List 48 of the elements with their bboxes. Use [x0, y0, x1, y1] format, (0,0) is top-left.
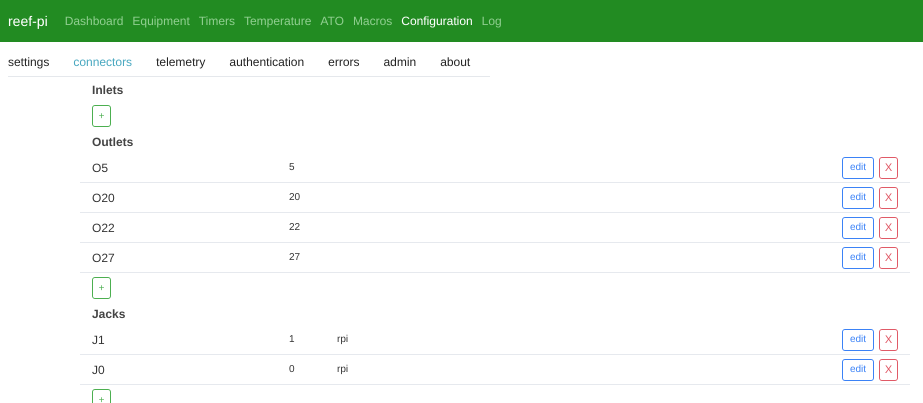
- delete-button[interactable]: X: [879, 328, 898, 350]
- nav-link[interactable]: Timers: [198, 14, 235, 28]
- edit-button[interactable]: edit: [842, 216, 874, 238]
- connector-name: O22: [91, 220, 116, 234]
- edit-button[interactable]: edit: [842, 358, 874, 380]
- delete-button[interactable]: X: [879, 246, 898, 268]
- add-button[interactable]: +: [92, 277, 111, 299]
- driver-name: rpi: [337, 364, 348, 375]
- nav-link[interactable]: Equipment: [132, 14, 190, 28]
- brand-title[interactable]: reef-pi: [8, 13, 48, 29]
- tab[interactable]: telemetry: [156, 55, 206, 69]
- add-button[interactable]: +: [92, 389, 111, 403]
- add-button[interactable]: +: [92, 105, 111, 127]
- tab[interactable]: errors: [328, 55, 360, 69]
- pin-number: 5: [289, 162, 296, 173]
- edit-button[interactable]: edit: [842, 186, 874, 208]
- tab[interactable]: connectors: [73, 55, 132, 69]
- connector-name: O5: [91, 160, 110, 174]
- delete-button[interactable]: X: [879, 216, 898, 238]
- connector-name: J0: [91, 362, 106, 376]
- pin-number: 27: [289, 252, 302, 263]
- driver-name: rpi: [337, 334, 348, 345]
- tab[interactable]: settings: [8, 55, 50, 69]
- connector-name: J1: [91, 332, 106, 346]
- section-title: Jacks: [91, 307, 126, 321]
- tab[interactable]: authentication: [229, 55, 304, 69]
- edit-button[interactable]: edit: [842, 156, 874, 178]
- edit-button[interactable]: edit: [842, 246, 874, 268]
- pin-number: 0: [289, 364, 296, 375]
- delete-button[interactable]: X: [879, 358, 898, 380]
- delete-button[interactable]: X: [879, 156, 898, 178]
- nav-link[interactable]: Log: [482, 14, 502, 28]
- nav-link[interactable]: Macros: [352, 14, 392, 28]
- connector-name: O27: [91, 250, 116, 264]
- tab[interactable]: about: [440, 55, 470, 69]
- section-title: Outlets: [91, 135, 134, 149]
- pin-number: 20: [289, 192, 302, 203]
- edit-button[interactable]: edit: [842, 328, 874, 350]
- pin-number: 1: [289, 334, 296, 345]
- section-title: Inlets: [91, 83, 124, 97]
- delete-button[interactable]: X: [879, 186, 898, 208]
- nav-link[interactable]: Temperature: [244, 14, 312, 28]
- pin-number: 22: [289, 222, 302, 233]
- nav-link[interactable]: Dashboard: [64, 14, 124, 28]
- connector-name: O20: [91, 190, 116, 204]
- tab[interactable]: admin: [384, 55, 416, 69]
- nav-link[interactable]: Configuration: [401, 14, 473, 28]
- nav-link[interactable]: ATO: [320, 14, 344, 28]
